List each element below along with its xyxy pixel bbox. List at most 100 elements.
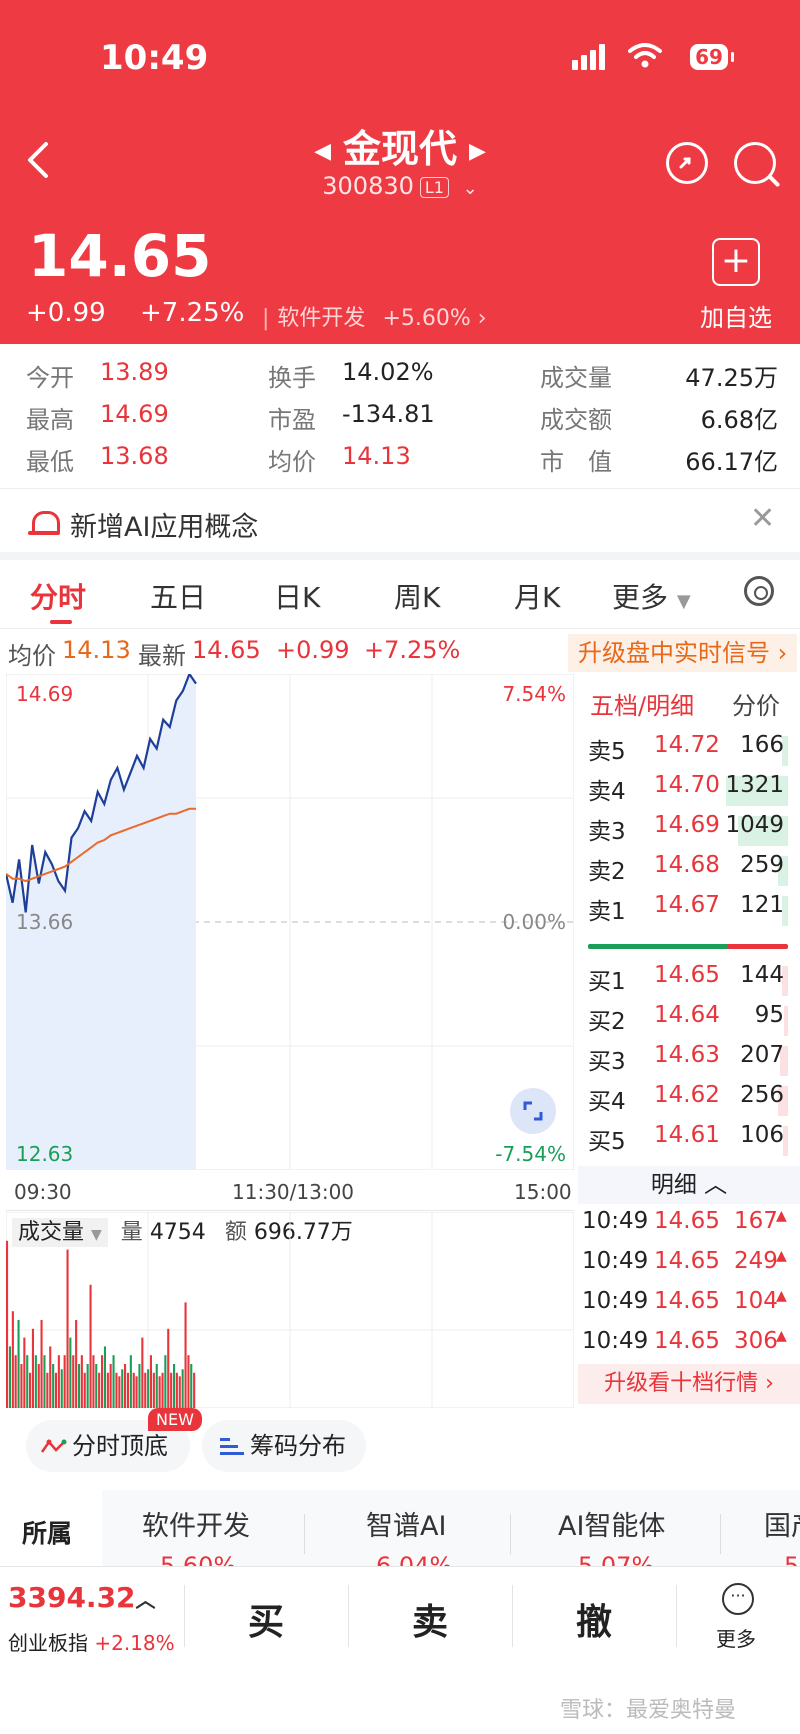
volume-bar <box>34 1355 37 1408</box>
volume-bar <box>83 1372 86 1408</box>
cancel-order-button[interactable]: 撤 <box>576 1593 612 1645</box>
y-axis-mid: 13.66 <box>16 910 74 934</box>
volume-bar <box>78 1364 81 1408</box>
close-icon[interactable]: ✕ <box>750 501 775 536</box>
volume-bar <box>63 1355 66 1408</box>
upgrade-signal-button[interactable]: 升级盘中实时信号 › <box>568 634 798 672</box>
volume-bar <box>129 1355 132 1408</box>
ask-row: 卖2 14.68 259 <box>578 852 788 892</box>
orderbook-title[interactable]: 五档/明细 <box>590 686 694 721</box>
sector-item[interactable]: AI智能体 <box>558 1504 665 1543</box>
bid-row: 买2 14.64 95 <box>578 1002 788 1042</box>
upgrade-level10-label: 升级看十档行情 <box>604 1371 759 1396</box>
chip-distribution-chip[interactable]: 筹码分布 <box>202 1420 366 1472</box>
sell-button[interactable]: 卖 <box>412 1593 448 1645</box>
buy-button[interactable]: 买 <box>248 1593 284 1645</box>
volume-bar <box>132 1372 135 1408</box>
detail-toggle[interactable]: 明细 ︿ <box>578 1166 800 1204</box>
orderbook-toggle[interactable]: 分价 <box>732 686 780 721</box>
volume-bar <box>147 1369 150 1408</box>
bid-row: 买3 14.63 207 <box>578 1042 788 1082</box>
chevron-right-icon: › <box>770 639 788 667</box>
tab-more-label: 更多 <box>612 581 669 614</box>
fullscreen-icon[interactable] <box>510 1088 556 1134</box>
bid-price: 14.63 <box>654 1042 720 1068</box>
volume-chart[interactable] <box>6 1212 574 1408</box>
chevron-up-icon: ︿ <box>135 1588 156 1612</box>
price-change: +0.99 <box>26 298 106 328</box>
volume-bar <box>92 1355 95 1408</box>
volume-bar <box>69 1337 72 1408</box>
price-chart-svg <box>6 674 574 1170</box>
ask-price: 14.67 <box>654 892 720 918</box>
ask-label: 卖4 <box>588 779 626 805</box>
intraday-chart[interactable]: 14.69 13.66 12.63 7.54% 0.00% -7.54% <box>6 674 574 1170</box>
volume-bar <box>175 1372 178 1408</box>
stock-header: 10:49 69 ◀ 金现代 ▶ 300830 L1 ⌄ 14.65 +0.99 +7… <box>0 0 800 344</box>
upgrade-level10-button[interactable]: 升级看十档行情 › <box>578 1364 800 1404</box>
more-button-label[interactable]: 更多 <box>716 1623 756 1652</box>
sectors-label: 所属 <box>22 1519 73 1548</box>
sector-item[interactable]: 软件开发 <box>142 1504 250 1543</box>
chevron-right-icon: › <box>477 306 487 331</box>
more-icon[interactable]: ··· <box>722 1583 754 1615</box>
volume-bar <box>135 1376 138 1408</box>
triangle-up-icon: ▲ <box>776 1208 787 1224</box>
low-label: 最低 <box>26 448 74 476</box>
tab-intraday[interactable]: 分时 <box>30 576 86 616</box>
index-value[interactable]: 3394.32︿ <box>8 1581 156 1614</box>
volume-bar <box>8 1346 11 1408</box>
volume-bar <box>49 1346 52 1408</box>
prev-stock-icon[interactable]: ◀ <box>314 139 331 164</box>
volume-bar <box>138 1364 141 1408</box>
trade-row: 10:49 14.65 249 ▲ <box>578 1248 800 1288</box>
volume-bar <box>46 1372 49 1408</box>
refresh-icon[interactable] <box>666 142 708 184</box>
trade-row: 10:49 14.65 167 ▲ <box>578 1208 800 1248</box>
bell-icon <box>32 511 60 532</box>
volume-bar <box>60 1369 63 1408</box>
ask-row: 卖4 14.70 1321 <box>578 772 788 812</box>
tab-daily-k[interactable]: 日K <box>274 576 320 616</box>
index-pct: +2.18% <box>94 1631 175 1655</box>
bid-volume: 207 <box>740 1042 784 1068</box>
ask-row: 卖1 14.67 121 <box>578 892 788 932</box>
tab-monthly-k[interactable]: 月K <box>514 576 560 616</box>
sector-item[interactable]: 智谱AI <box>366 1504 446 1543</box>
sector-link[interactable]: | 软件开发 +5.60% › <box>262 300 487 332</box>
wifi-icon <box>628 42 662 75</box>
chevron-down-icon: ⌄ <box>462 178 478 199</box>
settings-icon[interactable] <box>744 576 774 606</box>
notice-text: 新增AI应用概念 <box>70 512 259 543</box>
add-watchlist-label[interactable]: 加自选 <box>700 298 772 333</box>
detail-label: 明细 <box>650 1172 697 1198</box>
tab-weekly-k[interactable]: 周K <box>394 576 440 616</box>
related-sectors: 所属 软件开发 5.60% 智谱AI 6.04% AI智能体 5.07% 国产 … <box>0 1490 800 1580</box>
notice-bar[interactable]: 新增AI应用概念 ✕ <box>0 488 800 559</box>
ask-volume: 259 <box>740 852 784 878</box>
status-time: 10:49 <box>100 38 209 78</box>
trade-time: 10:49 <box>582 1328 649 1354</box>
sector-item[interactable]: 国产 <box>764 1504 800 1543</box>
pe-label: 市盈 <box>268 406 316 434</box>
bid-ask-ratio-bar <box>588 944 788 949</box>
level-badge: L1 <box>419 176 449 198</box>
next-stock-icon[interactable]: ▶ <box>469 139 486 164</box>
volume-bar <box>121 1369 124 1408</box>
volume-bar <box>184 1302 187 1408</box>
volume-bar <box>54 1372 57 1408</box>
add-watchlist-button[interactable]: + <box>712 238 760 286</box>
summary-latest-label: 最新 <box>138 642 186 670</box>
sector-separator <box>720 1514 721 1554</box>
volume-bar <box>80 1355 83 1408</box>
sector-separator <box>510 1514 511 1554</box>
search-icon[interactable] <box>734 142 781 188</box>
time-start: 09:30 <box>14 1180 72 1204</box>
y-axis-top: 14.69 <box>16 682 74 706</box>
ask-volume: 1321 <box>725 772 784 798</box>
volume-divider <box>6 1210 574 1211</box>
volume-bar <box>17 1320 20 1408</box>
tab-5day[interactable]: 五日 <box>150 576 206 616</box>
tab-more[interactable]: 更多 ▼ <box>612 576 691 616</box>
triangle-up-icon: ▲ <box>776 1328 787 1344</box>
